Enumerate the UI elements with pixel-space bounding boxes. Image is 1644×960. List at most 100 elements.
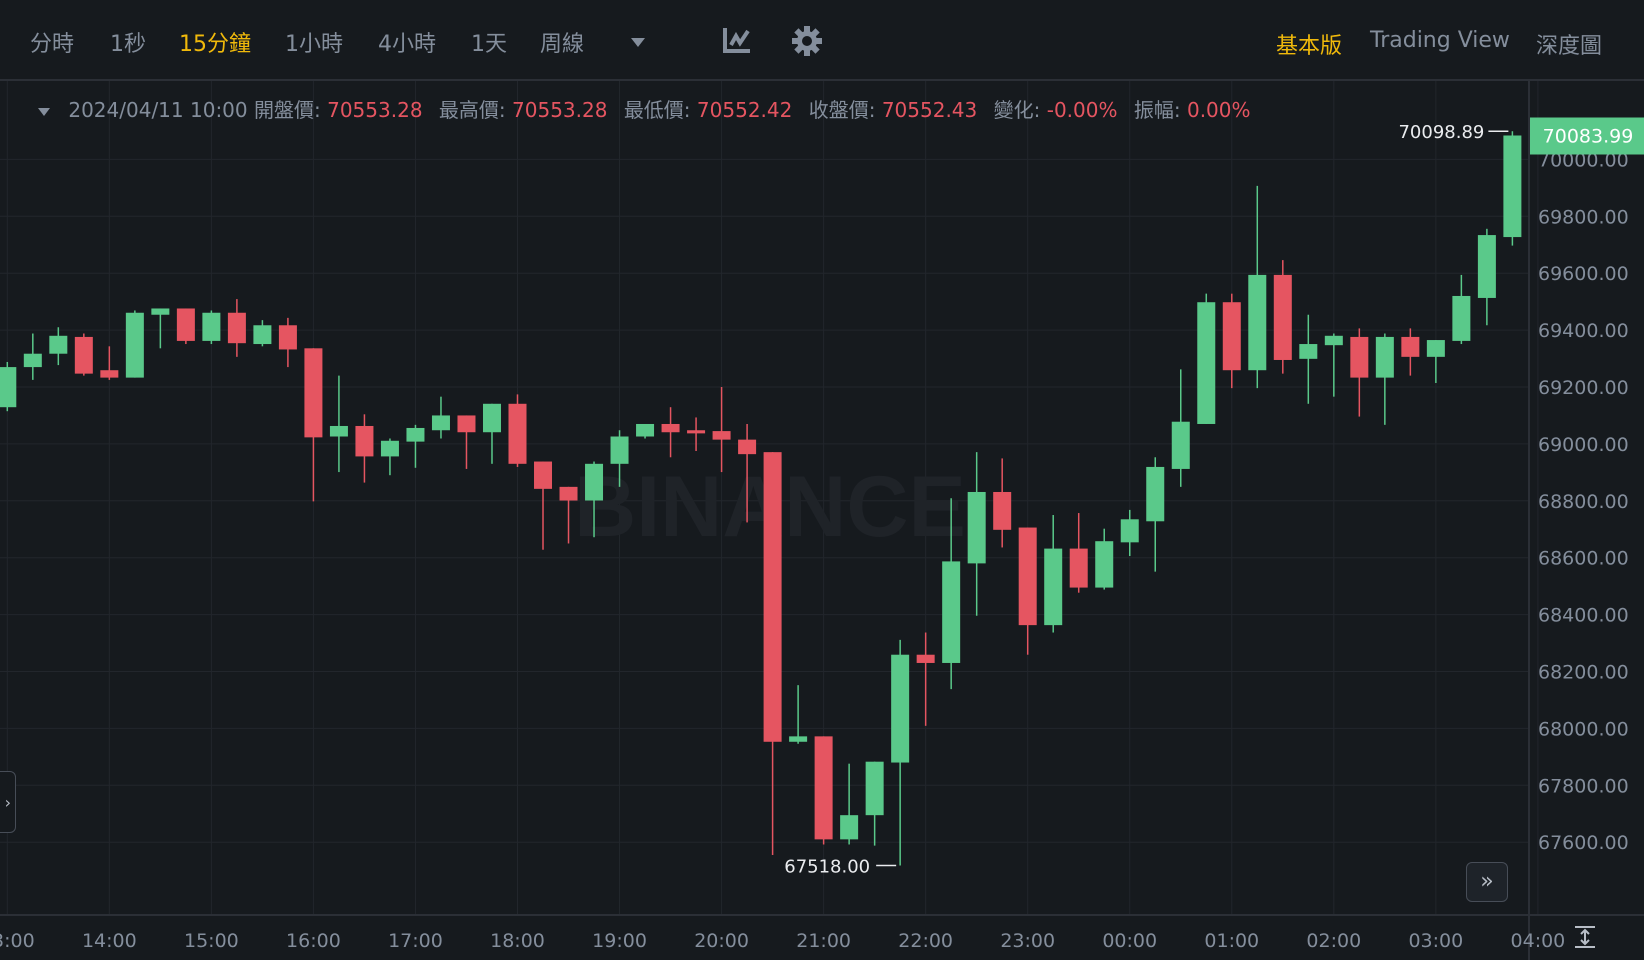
amplitude-label: 振幅: [1133, 98, 1181, 122]
price-tick-label: 68400.00 [1538, 605, 1629, 627]
candle-body [1375, 336, 1394, 378]
candle-body [1222, 302, 1241, 371]
candle-body [1069, 548, 1088, 588]
candle-body [23, 353, 42, 368]
scroll-to-realtime-button[interactable]: » [1466, 862, 1508, 902]
open-value: 70553.28 [327, 98, 423, 122]
price-tick-label: 67600.00 [1538, 832, 1629, 854]
candle-down [814, 736, 833, 845]
candle-body [1095, 541, 1114, 588]
view-basic[interactable]: 基本版 [1276, 28, 1342, 60]
candle-up [0, 361, 17, 412]
candlestick-chart[interactable]: BINANCE 67600.0067800.0068000.0068200.00… [0, 81, 1644, 960]
high-value: 70553.28 [512, 98, 608, 122]
timeframe-1s[interactable]: 1秒 [110, 26, 146, 58]
view-depth[interactable]: 深度圖 [1536, 28, 1602, 60]
candle-up [1120, 509, 1139, 556]
candle-body [942, 561, 961, 663]
candle-body [967, 491, 986, 564]
candle-down [1018, 527, 1037, 655]
candle-body [712, 431, 731, 440]
candle-down [457, 415, 476, 469]
candle-body [1044, 548, 1063, 626]
candle-body [610, 436, 629, 464]
price-tick-label: 69400.00 [1538, 320, 1629, 342]
more-timeframes-dropdown-icon[interactable] [630, 34, 646, 53]
view-tradingview[interactable]: Trading View [1370, 28, 1510, 53]
candle-body [814, 736, 833, 840]
candle-up [1095, 528, 1114, 590]
collapse-info-icon[interactable] [38, 98, 50, 122]
timeframe-1h[interactable]: 1小時 [285, 26, 343, 58]
price-tick-label: 67800.00 [1538, 775, 1629, 797]
candle-up [202, 310, 221, 345]
time-tick-label: 15:00 [184, 930, 239, 952]
candle-up [406, 424, 425, 468]
last-price-value: 70083.99 [1543, 126, 1634, 148]
candle-up [125, 310, 144, 378]
price-tick-label: 68000.00 [1538, 718, 1629, 740]
time-tick-label: 22:00 [898, 930, 953, 952]
candle-body [763, 452, 782, 742]
price-axis: 67600.00 67800.00 68000.00 68200.00 68400.00… [1538, 149, 1629, 854]
low-label: 最低價: [623, 98, 691, 122]
candle-down [1273, 260, 1292, 374]
amplitude-value: 0.00% [1186, 98, 1251, 122]
candle-down [763, 452, 782, 856]
candle-body [482, 403, 501, 433]
candle-down [176, 308, 195, 345]
change-value: -0.00% [1046, 98, 1118, 122]
candle-body [100, 370, 119, 378]
candle-body [125, 312, 144, 378]
candle-body [0, 367, 17, 408]
time-tick-label: 14:00 [82, 930, 137, 952]
candle-up [967, 452, 986, 616]
candle-down [227, 299, 246, 357]
candle-body [176, 308, 195, 341]
candle-body [304, 348, 323, 438]
price-tick-label: 68200.00 [1538, 662, 1629, 684]
time-tick-label: 21:00 [796, 930, 851, 952]
time-tick-label: 13:00 [0, 930, 35, 952]
timeframe-4h[interactable]: 4小時 [378, 26, 436, 58]
candle-body [1426, 340, 1445, 357]
timeframe-time[interactable]: 分時 [30, 26, 74, 58]
candle-body [559, 486, 578, 501]
candle-down [993, 458, 1012, 548]
candle-up [840, 763, 859, 845]
candle-down [278, 317, 297, 368]
timeframe-15m[interactable]: 15分鐘 [179, 26, 251, 58]
time-tick-label: 02:00 [1306, 930, 1361, 952]
candle-body [380, 440, 399, 457]
candle-body [789, 736, 808, 742]
candle-body [1146, 466, 1165, 522]
candle-down [1401, 328, 1420, 376]
candle-body [993, 491, 1012, 530]
candle-body [227, 312, 246, 344]
candle-up [1375, 333, 1394, 425]
settings-gear-icon[interactable] [791, 25, 823, 61]
timeframe-1d[interactable]: 1天 [471, 26, 507, 58]
candle-body [1248, 274, 1267, 371]
candle-body [1018, 527, 1037, 626]
candle-down [508, 394, 527, 467]
candle-down [916, 632, 935, 726]
expand-sidebar-button[interactable]: › [0, 771, 16, 833]
time-tick-label: 23:00 [1000, 930, 1055, 952]
candle-body [1120, 519, 1139, 543]
candle-body [49, 335, 68, 354]
candle-body [636, 423, 655, 437]
timeframe-1w[interactable]: 周線 [540, 26, 584, 58]
time-tick-label: 19:00 [592, 930, 647, 952]
price-tick-label: 69800.00 [1538, 206, 1629, 228]
time-tick-label: 04:00 [1511, 930, 1566, 952]
chart-toolbar: 分時 1秒 15分鐘 1小時 4小時 1天 周線 基本版 Trading Vie… [0, 0, 1644, 81]
indicators-icon[interactable] [722, 26, 752, 58]
candle-body [1324, 335, 1343, 346]
candle-body [1273, 274, 1292, 360]
time-tick-label: 16:00 [286, 930, 341, 952]
candle-body [1299, 344, 1318, 359]
price-tick-label: 69200.00 [1538, 377, 1629, 399]
auto-scale-icon[interactable] [1573, 925, 1597, 953]
close-label: 收盤價: [808, 98, 876, 122]
